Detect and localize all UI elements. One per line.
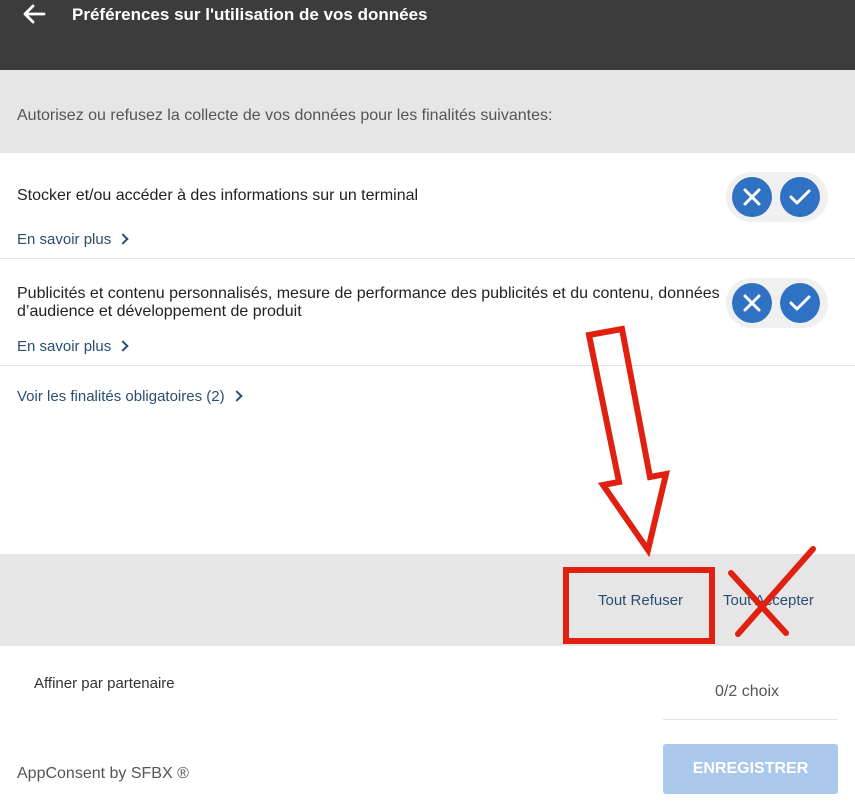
accept-button[interactable] <box>780 283 820 323</box>
chevron-right-icon <box>117 340 129 352</box>
check-icon <box>789 295 811 311</box>
purpose-title: Publicités et contenu personnalisés, mes… <box>17 285 720 320</box>
close-icon <box>743 294 761 312</box>
save-button[interactable]: ENREGISTRER <box>663 744 838 794</box>
purpose-item: Publicités et contenu personnalisés, mes… <box>0 259 855 366</box>
learn-more-label: En savoir plus <box>17 231 112 248</box>
actions-bar: Tout Refuser Tout Accepter <box>0 554 855 646</box>
learn-more-label: En savoir plus <box>17 338 112 355</box>
choice-count: 0/2 choix <box>715 683 780 700</box>
arrow-left-icon <box>23 4 46 24</box>
refuse-button[interactable] <box>732 283 772 323</box>
page-title: Préférences sur l'utilisation de vos don… <box>72 5 428 24</box>
divider <box>663 719 838 720</box>
brand-label: AppConsent by SFBX ® <box>17 765 189 782</box>
consent-toggle <box>726 172 828 222</box>
purpose-title: Stocker et/ou accéder à des informations… <box>17 187 419 204</box>
learn-more-link[interactable]: En savoir plus <box>17 338 129 355</box>
check-icon <box>789 189 811 205</box>
refuse-all-button[interactable]: Tout Refuser <box>598 592 683 609</box>
close-icon <box>743 188 761 206</box>
chevron-right-icon <box>117 233 129 245</box>
chevron-right-icon <box>230 390 243 402</box>
refuse-button[interactable] <box>732 177 772 217</box>
accept-button[interactable] <box>780 177 820 217</box>
learn-more-link[interactable]: En savoir plus <box>17 231 129 248</box>
refine-by-partner-link[interactable]: Affiner par partenaire <box>34 675 175 692</box>
header-bar: Préférences sur l'utilisation de vos don… <box>0 0 855 70</box>
back-button[interactable] <box>20 2 48 26</box>
consent-toggle <box>726 278 828 328</box>
intro-text: Autorisez ou refusez la collecte de vos … <box>17 107 553 124</box>
mandatory-purposes-label: Voir les finalités obligatoires (2) <box>17 388 225 405</box>
purpose-item: Stocker et/ou accéder à des informations… <box>0 153 855 259</box>
mandatory-purposes-link[interactable]: Voir les finalités obligatoires (2) <box>17 388 243 405</box>
accept-all-button[interactable]: Tout Accepter <box>723 592 814 609</box>
intro-banner: Autorisez ou refusez la collecte de vos … <box>0 70 855 153</box>
